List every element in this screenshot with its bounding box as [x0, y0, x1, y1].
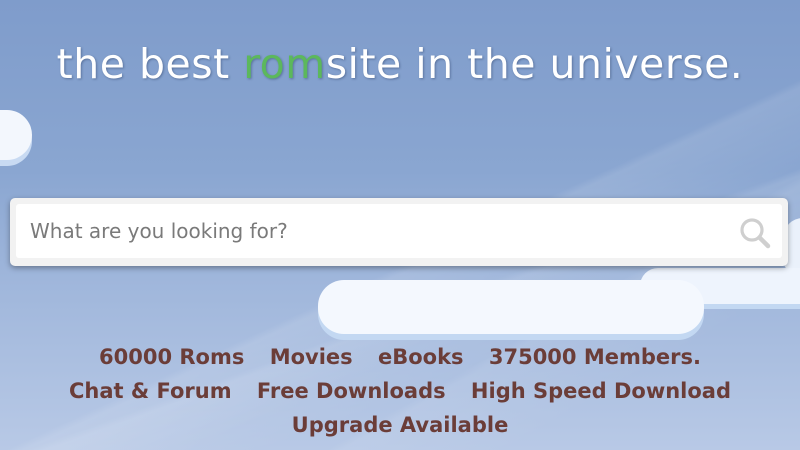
- cloud-decoration: [0, 110, 32, 160]
- headline-accent: rom: [243, 40, 326, 88]
- feature-row: Upgrade Available: [0, 408, 800, 442]
- feature-list: 60000 Roms Movies eBooks 375000 Members.…: [0, 340, 800, 442]
- feature-movies: Movies: [269, 345, 353, 369]
- page-title: the best romsite in the universe.: [0, 40, 800, 88]
- feature-free-downloads: Free Downloads: [256, 379, 446, 403]
- feature-ebooks: eBooks: [377, 345, 464, 369]
- feature-row: 60000 Roms Movies eBooks 375000 Members.: [0, 340, 800, 374]
- feature-roms: 60000 Roms: [99, 345, 245, 369]
- cloud-decoration: [640, 268, 800, 304]
- search-icon[interactable]: [737, 215, 773, 251]
- search-input[interactable]: [16, 204, 782, 258]
- feature-chat-forum: Chat & Forum: [68, 379, 232, 403]
- feature-high-speed: High Speed Download: [470, 379, 732, 403]
- cloud-decoration: [318, 280, 704, 334]
- search-bar: [10, 198, 788, 266]
- headline-prefix: the best: [56, 40, 244, 88]
- feature-row: Chat & Forum Free Downloads High Speed D…: [0, 374, 800, 408]
- feature-members: 375000 Members.: [488, 345, 701, 369]
- feature-upgrade: Upgrade Available: [291, 413, 509, 437]
- headline-suffix: site in the universe.: [325, 40, 744, 88]
